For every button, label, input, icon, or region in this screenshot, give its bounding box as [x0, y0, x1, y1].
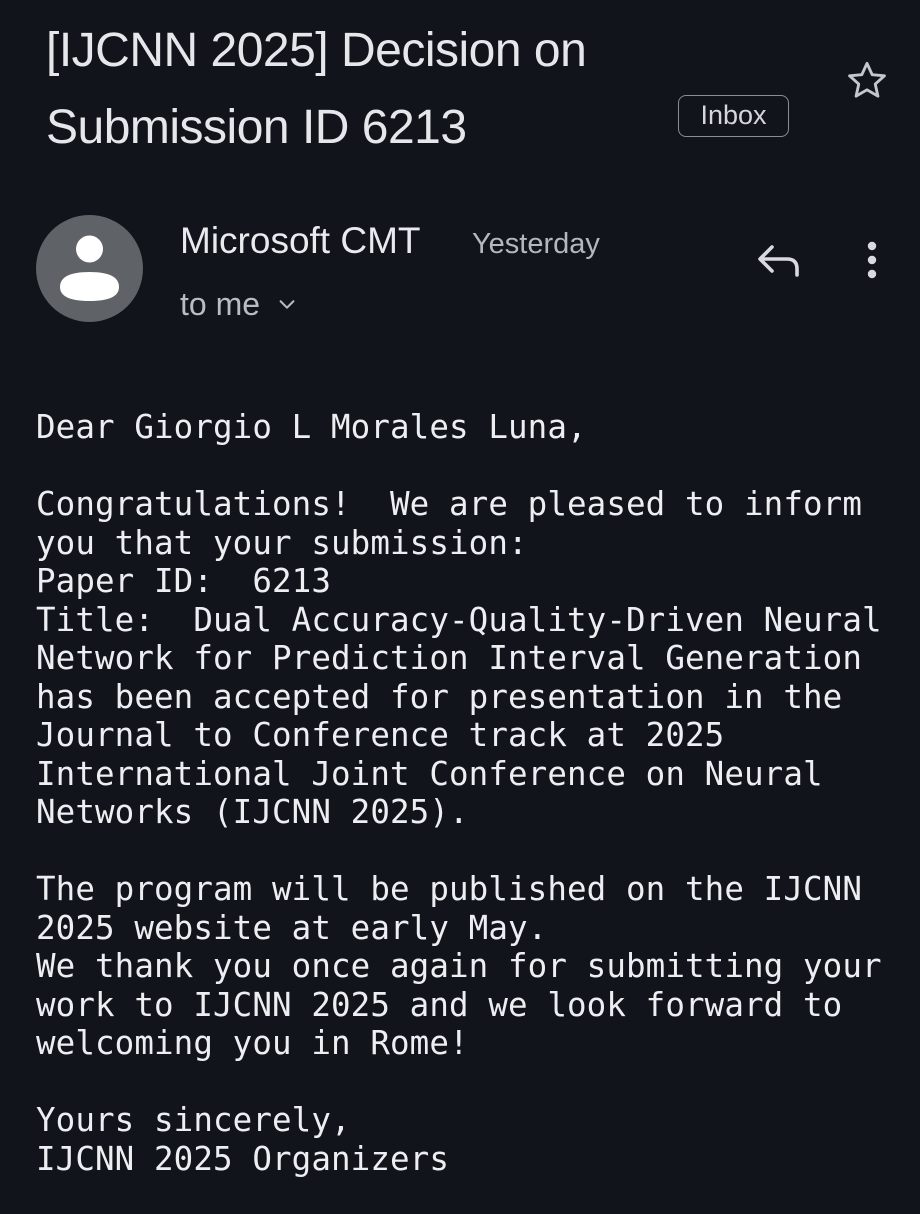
sender-name: Microsoft CMT: [180, 220, 421, 261]
recipient-label: to me: [180, 286, 261, 322]
chevron-down-icon: [279, 300, 295, 309]
more-vert-icon: [867, 241, 877, 279]
star-icon[interactable]: [844, 58, 890, 104]
reply-icon: [758, 245, 799, 277]
reply-button[interactable]: [754, 240, 802, 280]
person-icon: [60, 235, 119, 301]
inbox-label-badge[interactable]: Inbox: [678, 95, 789, 137]
recipient-toggle[interactable]: to me: [180, 282, 298, 326]
email-body: Dear Giorgio L Morales Luna, Congratulat…: [36, 408, 882, 1178]
more-options-button[interactable]: [856, 238, 888, 282]
email-subject: [IJCNN 2025] Decision on Submission ID 6…: [46, 24, 587, 154]
sent-time: Yesterday: [472, 228, 600, 260]
sender-avatar[interactable]: [36, 215, 143, 322]
